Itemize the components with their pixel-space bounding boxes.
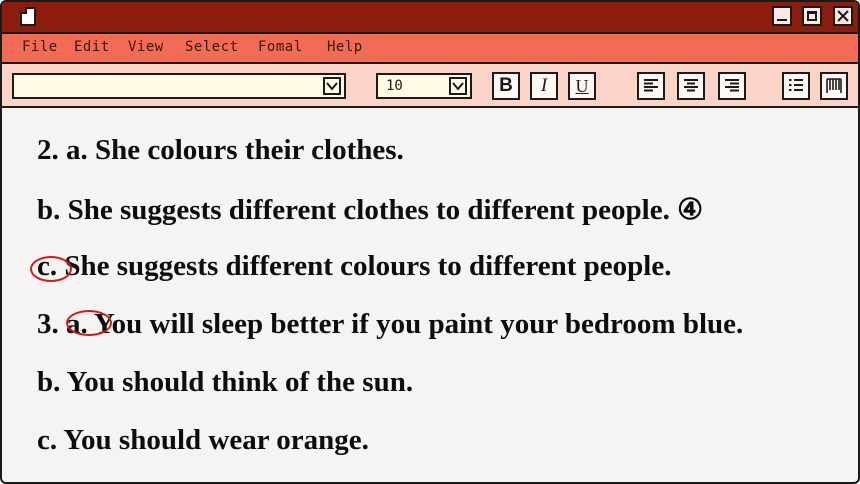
close-button[interactable] [833,6,853,26]
menu-help[interactable]: Help [327,39,363,55]
question-2-option-c: c. She suggests different colours to dif… [37,250,672,282]
format-toolbar: 10 B I U [2,64,858,108]
align-left-icon [644,79,658,92]
question-2-option-b: b. She suggests different clothes to dif… [37,194,704,226]
barcode-icon [826,78,842,93]
barcode-button[interactable] [820,72,848,100]
align-left-button[interactable] [637,72,665,100]
maximize-button[interactable] [802,6,822,26]
answer-circle-mark [66,310,112,336]
underline-button[interactable]: U [568,72,596,100]
bullet-list-icon [789,79,803,91]
align-right-icon [725,79,739,92]
menu-bar: File Edit View Select Fomal Help [2,34,858,64]
align-center-icon [684,79,698,92]
menu-file[interactable]: File [22,39,58,55]
menu-view[interactable]: View [128,39,164,55]
chevron-down-icon [452,82,464,91]
document-content[interactable]: 2. a. She colours their clothes. b. She … [2,108,858,482]
document-icon [20,7,36,26]
font-dropdown-button[interactable] [323,77,341,95]
minimize-button[interactable] [772,6,792,26]
close-icon [837,10,849,22]
font-size-value: 10 [386,78,403,94]
menu-select[interactable]: Select [185,39,239,55]
font-size-select[interactable]: 10 [376,73,472,99]
editor-window: File Edit View Select Fomal Help 10 B I … [0,0,860,484]
align-right-button[interactable] [718,72,746,100]
align-center-button[interactable] [677,72,705,100]
question-3-option-b: b. You should think of the sun. [37,366,414,398]
italic-button[interactable]: I [530,72,558,100]
bold-button[interactable]: B [492,72,520,100]
title-bar[interactable] [2,2,858,34]
question-3-option-a: 3. a. You will sleep better if you paint… [37,308,744,340]
chevron-down-icon [326,82,338,91]
font-family-select[interactable] [12,73,346,99]
question-3-option-c: c. You should wear orange. [37,424,369,456]
answer-circle-mark [30,256,72,282]
question-2-option-a: 2. a. She colours their clothes. [37,134,404,166]
menu-fomal[interactable]: Fomal [258,39,303,55]
bullet-list-button[interactable] [782,72,810,100]
menu-edit[interactable]: Edit [74,39,110,55]
size-dropdown-button[interactable] [449,77,467,95]
